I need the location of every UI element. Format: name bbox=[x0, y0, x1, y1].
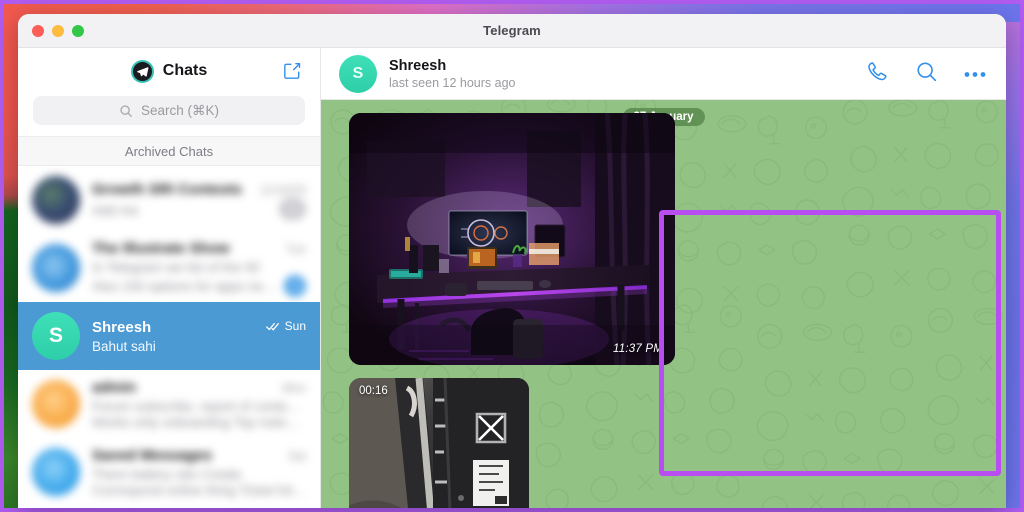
window-titlebar: Telegram bbox=[18, 14, 1006, 48]
compose-pencil-icon[interactable] bbox=[280, 59, 304, 83]
telegram-logo-icon bbox=[131, 60, 154, 83]
chat-preview-line2: Works only onboarding Top notice Chat ap… bbox=[92, 415, 306, 430]
chat-header-actions bbox=[866, 60, 986, 88]
chat-time: 11/10/25 bbox=[260, 183, 306, 197]
list-item[interactable]: admin Mon Forum subscribe, report of con… bbox=[18, 370, 320, 438]
sidebar-title: Chats bbox=[163, 62, 207, 80]
sidebar-title-group: Chats bbox=[18, 60, 320, 83]
unread-badge: 12 bbox=[279, 198, 306, 220]
chat-preview-line2: Also 100 options for apps news options bbox=[92, 279, 284, 294]
video-duration: 00:16 bbox=[359, 385, 388, 397]
call-icon[interactable] bbox=[866, 60, 889, 88]
telegram-window: Telegram Chats bbox=[18, 14, 1006, 508]
list-item[interactable]: The Illustrate Show Tue In Telegram we l… bbox=[18, 234, 320, 302]
search-placeholder: Search (⌘K) bbox=[141, 103, 219, 119]
chat-preview: There battery site Create bbox=[92, 467, 306, 482]
archived-chats-label: Archived Chats bbox=[125, 144, 213, 159]
avatar bbox=[32, 448, 80, 496]
list-item-content: Growth SRI Contests 11/10/25 Add me 12 bbox=[92, 181, 306, 220]
chat-time: Tue bbox=[286, 242, 306, 256]
double-check-icon bbox=[266, 321, 281, 332]
chat-time: Sat bbox=[288, 449, 306, 463]
video-content bbox=[349, 378, 529, 508]
chat-preview-line2: Correspond online thing Ticket folder ni… bbox=[92, 483, 306, 498]
list-item-content: Shreesh Sun Bahut sahi bbox=[92, 319, 306, 354]
search-icon[interactable] bbox=[915, 60, 938, 88]
peer-status: last seen 12 hours ago bbox=[389, 76, 515, 90]
window-title: Telegram bbox=[18, 23, 1006, 38]
avatar bbox=[32, 244, 80, 292]
list-item[interactable]: Saved Messages Sat There battery site Cr… bbox=[18, 438, 320, 506]
photo-content bbox=[349, 113, 675, 365]
chat-name: admin bbox=[92, 379, 136, 396]
archived-chats-row[interactable]: Archived Chats bbox=[18, 136, 320, 166]
sidebar: Chats bbox=[18, 48, 321, 508]
chat-preview: Forum subscribe, report of contest platf… bbox=[92, 399, 306, 414]
more-options-icon[interactable] bbox=[964, 65, 986, 83]
chat-preview: Add me bbox=[92, 203, 139, 218]
chat-name: Shreesh bbox=[92, 319, 151, 336]
list-item-content: admin Mon Forum subscribe, report of con… bbox=[92, 379, 306, 430]
chat-time: Mon bbox=[283, 381, 306, 395]
message-timestamp: 11:37 PM bbox=[613, 343, 663, 355]
message-video[interactable]: 00:16 bbox=[349, 378, 529, 508]
avatar bbox=[32, 176, 80, 224]
message-photo[interactable]: 11:37 PM bbox=[349, 113, 675, 365]
unread-badge: 3 bbox=[284, 275, 306, 297]
chat-list[interactable]: Growth SRI Contests 11/10/25 Add me 12 bbox=[18, 166, 320, 508]
chat-panel: S Shreesh last seen 12 hours ago bbox=[321, 48, 1006, 508]
avatar[interactable]: S bbox=[339, 55, 377, 93]
sidebar-header: Chats bbox=[18, 48, 320, 94]
list-item-content: Saved Messages Sat There battery site Cr… bbox=[92, 447, 306, 498]
avatar: S bbox=[32, 312, 80, 360]
chat-header: S Shreesh last seen 12 hours ago bbox=[321, 48, 1006, 100]
chat-preview: Bahut sahi bbox=[92, 339, 306, 354]
chat-preview: In Telegram we list of the 00 bbox=[92, 260, 306, 275]
chat-peer-info: Shreesh last seen 12 hours ago bbox=[389, 58, 515, 90]
screenshot-root: Telegram Chats bbox=[0, 0, 1024, 512]
search-icon bbox=[119, 104, 133, 118]
message-area[interactable]: 27 January bbox=[321, 100, 1006, 508]
chat-time-group: Sun bbox=[266, 319, 306, 333]
list-item-content: The Illustrate Show Tue In Telegram we l… bbox=[92, 240, 306, 297]
search-input[interactable]: Search (⌘K) bbox=[33, 96, 305, 125]
sidebar-item-shreesh[interactable]: S Shreesh Sun bbox=[18, 302, 320, 370]
chat-name: Growth SRI Contests bbox=[92, 181, 242, 198]
search-container: Search (⌘K) bbox=[18, 94, 320, 136]
list-item[interactable]: Growth SRI Contests 11/10/25 Add me 12 bbox=[18, 166, 320, 234]
chat-name: Saved Messages bbox=[92, 447, 212, 464]
page-title: Shreesh bbox=[389, 58, 515, 74]
chat-name: The Illustrate Show bbox=[92, 240, 230, 257]
window-body: Chats bbox=[18, 48, 1006, 508]
chat-time: Sun bbox=[285, 319, 306, 333]
avatar bbox=[32, 380, 80, 428]
